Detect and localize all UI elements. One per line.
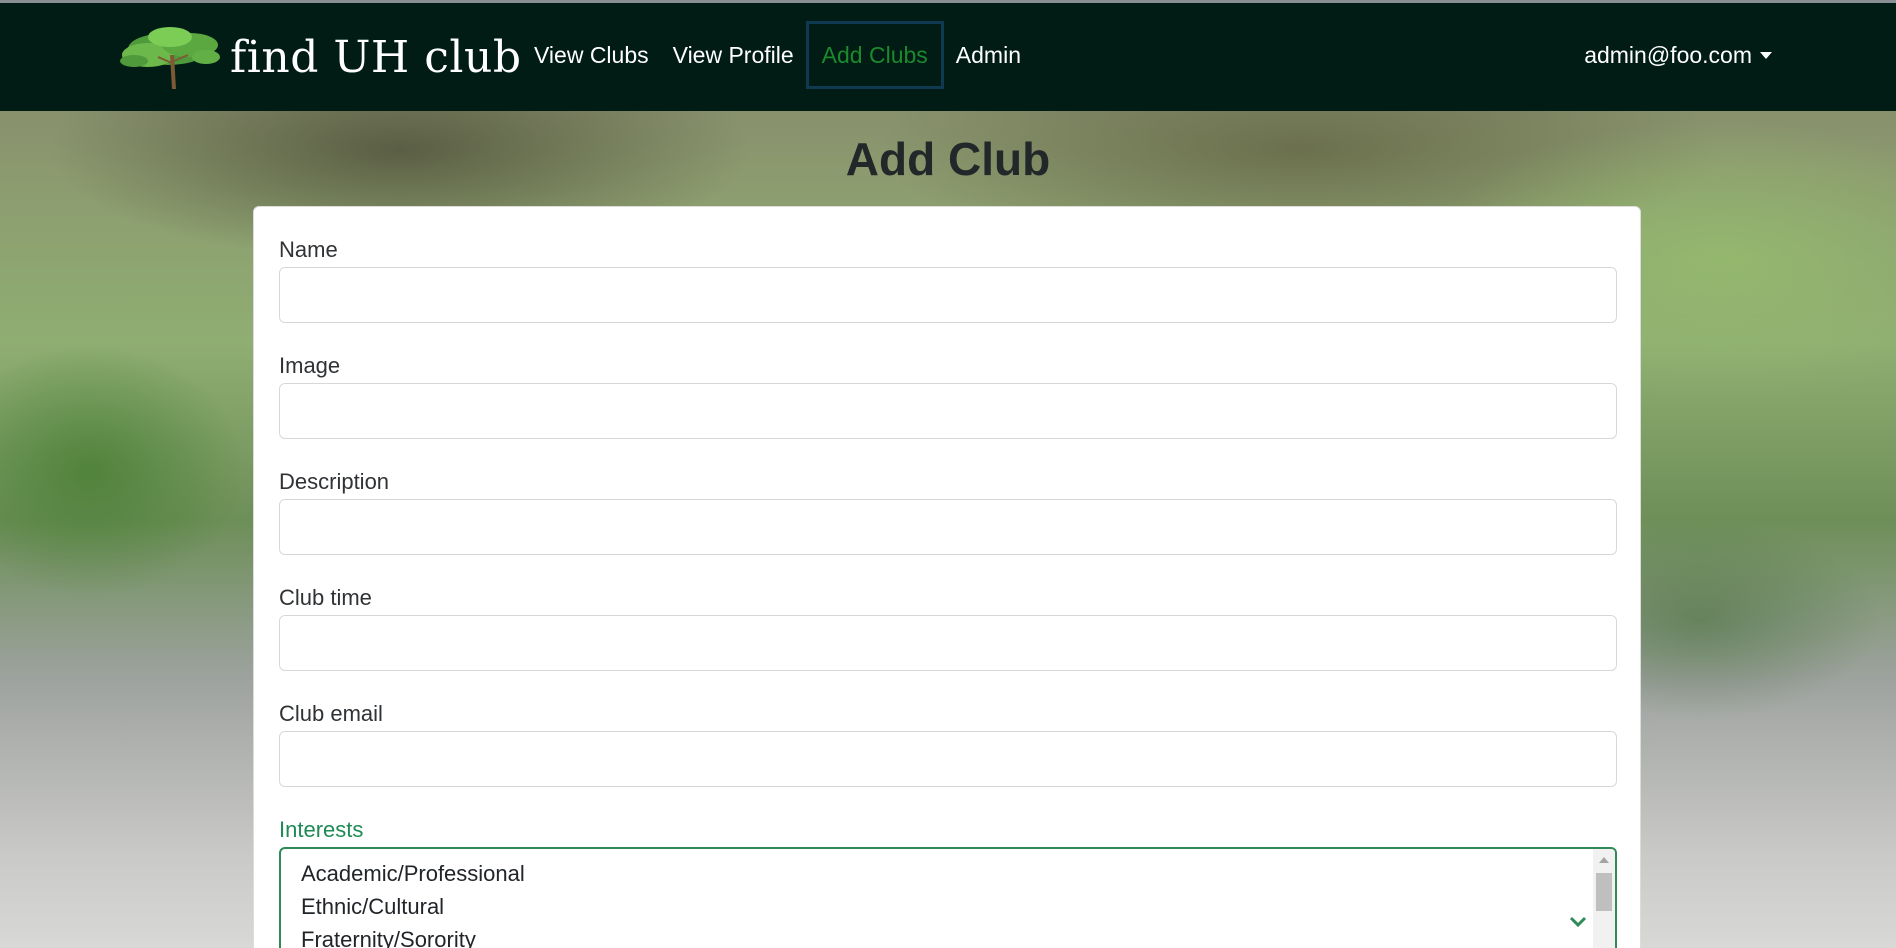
club-email-label: Club email	[279, 701, 383, 726]
brand-name: find UH club	[230, 31, 522, 83]
page: find UH club View Clubs View Profile Add…	[0, 0, 1896, 948]
brand-link[interactable]: find UH club	[118, 19, 522, 91]
chevron-down-icon	[1569, 916, 1587, 928]
user-dropdown[interactable]: admin@foo.com	[1584, 19, 1772, 91]
club-email-input[interactable]	[279, 731, 1617, 787]
nav-view-profile[interactable]: View Profile	[661, 21, 806, 89]
interest-option[interactable]: Ethnic/Cultural	[301, 894, 444, 920]
interests-label: Interests	[279, 817, 364, 842]
interests-scrollbar[interactable]	[1593, 849, 1615, 948]
nav-links: View Clubs View Profile Add Clubs Admin	[530, 19, 1033, 91]
club-time-label: Club time	[279, 585, 372, 610]
add-club-form: Name Image Description Club time Club em…	[253, 206, 1641, 948]
club-time-input[interactable]	[279, 615, 1617, 671]
interests-multiselect[interactable]: Academic/Professional Ethnic/Cultural Fr…	[279, 847, 1617, 948]
image-input[interactable]	[279, 383, 1617, 439]
user-email: admin@foo.com	[1584, 41, 1752, 68]
page-title: Add Club	[845, 133, 1051, 185]
nav-view-clubs[interactable]: View Clubs	[530, 21, 661, 89]
name-label: Name	[279, 237, 338, 262]
interest-option[interactable]: Fraternity/Sorority	[301, 927, 476, 948]
image-label: Image	[279, 353, 341, 378]
scroll-thumb[interactable]	[1596, 873, 1612, 911]
nav-add-clubs[interactable]: Add Clubs	[805, 21, 944, 89]
tree-logo-icon	[120, 27, 220, 89]
description-input[interactable]	[279, 499, 1617, 555]
caret-down-icon	[1760, 51, 1772, 59]
scroll-up-arrow-icon[interactable]	[1599, 857, 1609, 863]
navbar: find UH club View Clubs View Profile Add…	[0, 3, 1896, 111]
interest-option[interactable]: Academic/Professional	[301, 861, 525, 887]
nav-admin[interactable]: Admin	[944, 21, 1033, 89]
name-input[interactable]	[279, 267, 1617, 323]
description-label: Description	[279, 469, 390, 494]
